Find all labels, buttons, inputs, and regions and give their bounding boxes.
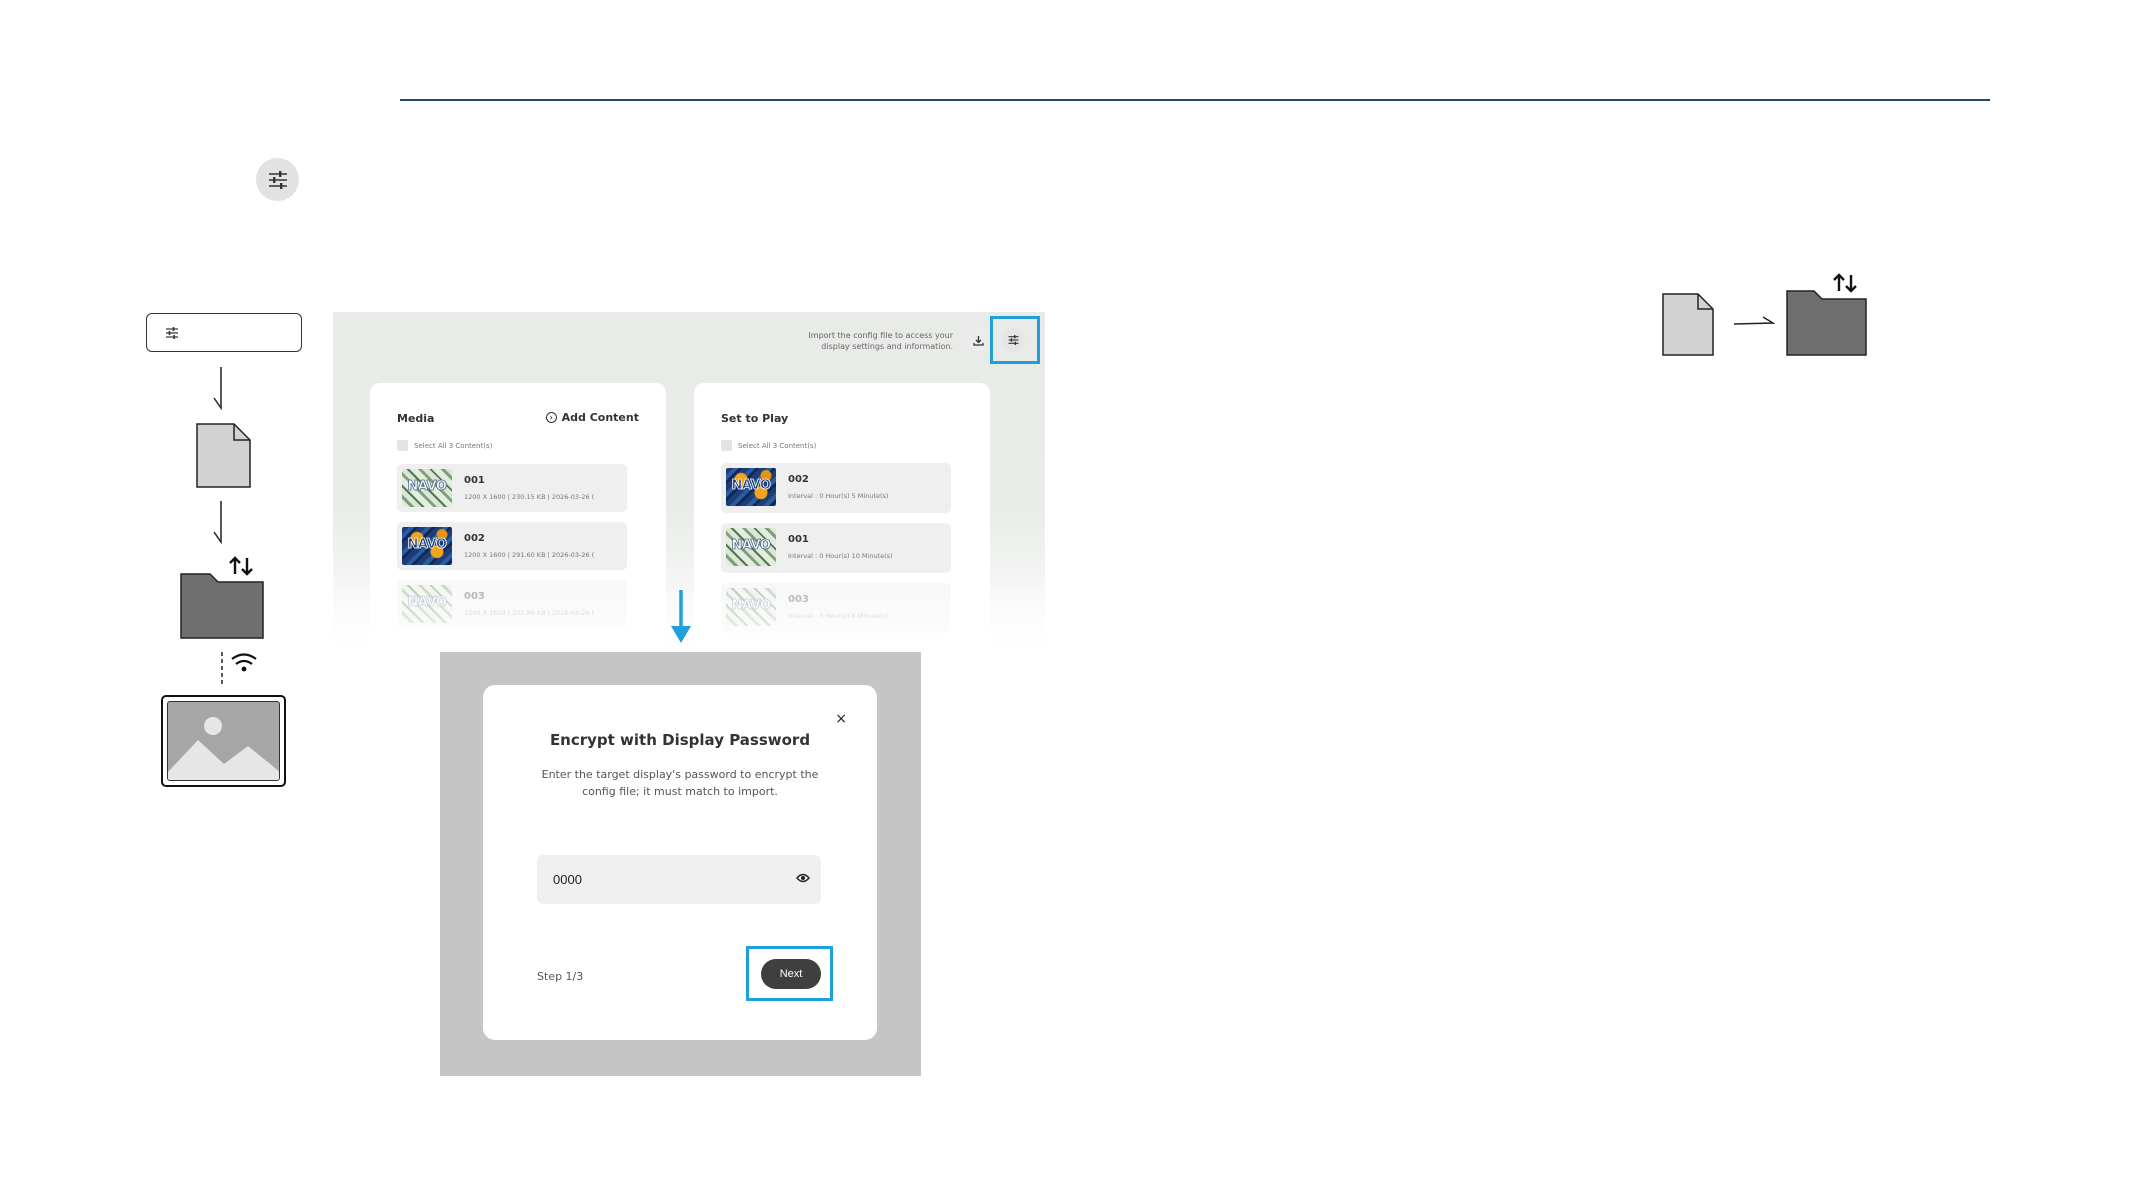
dialog-description: Enter the target display's password to e… [541, 768, 819, 798]
item-meta: Interval : 0 Hour(s) 5 Minute(s) [788, 492, 889, 500]
add-content-button[interactable]: › Add Content [545, 411, 639, 424]
item-meta: 1200 X 1600 | 230.15 KB | 2026-03-26 ( [464, 493, 595, 501]
close-icon[interactable]: × [835, 711, 847, 727]
dialog-title: Encrypt with Display Password [549, 731, 811, 749]
transfer-folder-icon [1786, 273, 1867, 356]
thumbnail: NAVO [726, 528, 776, 566]
media-title: Media [397, 412, 435, 425]
encrypt-dialog: × Encrypt with Display Password Enter th… [483, 685, 877, 1040]
select-all-play[interactable]: Select All 3 Content(s) [721, 440, 816, 451]
down-arrow-icon [671, 590, 691, 643]
flow-arrow-icon [213, 367, 222, 410]
set-to-play-title: Set to Play [721, 412, 789, 425]
item-name: 001 [788, 534, 809, 545]
thumbnail: NAVO [726, 468, 776, 506]
eye-icon[interactable] [796, 873, 810, 883]
sliders-icon [268, 170, 287, 189]
select-all-checkbox[interactable] [397, 440, 408, 451]
thumbnail: NAVO [726, 588, 776, 626]
modal-backdrop: × Encrypt with Display Password Enter th… [440, 652, 921, 1076]
thumbnail: NAVO [402, 585, 452, 623]
select-all-media[interactable]: Select All 3 Content(s) [397, 440, 492, 451]
item-name: 002 [464, 533, 485, 544]
select-all-label: Select All 3 Content(s) [738, 441, 817, 450]
sliders-icon [166, 326, 178, 339]
list-item[interactable]: NAVO 002 1200 X 1600 | 291.60 KB | 2026-… [397, 522, 627, 570]
select-all-checkbox[interactable] [721, 440, 732, 451]
config-button[interactable] [1001, 328, 1025, 352]
import-hint: Import the config file to access your di… [808, 331, 953, 351]
item-name: 003 [464, 591, 485, 602]
item-name: 002 [788, 474, 809, 485]
image-icon [168, 717, 279, 780]
media-card: Media › Add Content Select All 3 Content… [370, 383, 666, 664]
next-button[interactable]: Next [761, 959, 821, 989]
list-item[interactable]: NAVO 003 Interval : 0 Hour(s) 8 Minute(s… [721, 583, 951, 633]
list-item[interactable]: NAVO 002 Interval : 0 Hour(s) 5 Minute(s… [721, 463, 951, 513]
list-item[interactable]: NAVO 003 1200 X 1600 | 202.89 KB | 2026-… [397, 580, 627, 628]
step-indicator: Step 1/3 [537, 970, 584, 983]
item-name: 003 [788, 594, 809, 605]
right-arrow-icon [1733, 316, 1775, 325]
sliders-icon [1008, 335, 1018, 345]
select-all-label: Select All 3 Content(s) [414, 441, 493, 450]
add-content-label: Add Content [561, 411, 639, 424]
list-item[interactable]: NAVO 001 1200 X 1600 | 230.15 KB | 2026-… [397, 464, 627, 512]
config-settings-box [146, 313, 302, 352]
document-icon [1662, 293, 1714, 356]
page: Import the config file to access your di… [0, 0, 2134, 1201]
item-meta: Interval : 0 Hour(s) 8 Minute(s) [788, 612, 889, 620]
item-meta: 1200 X 1600 | 202.89 KB | 2026-03-26 ( [464, 609, 595, 617]
transfer-folder-icon [180, 556, 264, 639]
set-to-play-card: Set to Play Select All 3 Content(s) NAVO… [694, 383, 990, 664]
thumbnail: NAVO [402, 527, 452, 565]
display-icon [161, 695, 286, 787]
item-name: 001 [464, 475, 485, 486]
flow-arrow-icon [213, 501, 222, 544]
download-icon [972, 335, 984, 346]
password-field[interactable] [537, 855, 821, 904]
settings-button[interactable] [256, 158, 299, 201]
item-meta: 1200 X 1600 | 291.60 KB | 2026-03-26 ( [464, 551, 595, 559]
thumbnail: NAVO [402, 469, 452, 507]
header-divider [400, 99, 1990, 101]
arrow-right-circle-icon: › [545, 412, 557, 423]
document-icon [196, 423, 251, 488]
import-button[interactable] [967, 329, 989, 351]
wireless-link-icon [221, 652, 257, 686]
list-item[interactable]: NAVO 001 Interval : 0 Hour(s) 10 Minute(… [721, 523, 951, 573]
item-meta: Interval : 0 Hour(s) 10 Minute(s) [788, 552, 893, 560]
